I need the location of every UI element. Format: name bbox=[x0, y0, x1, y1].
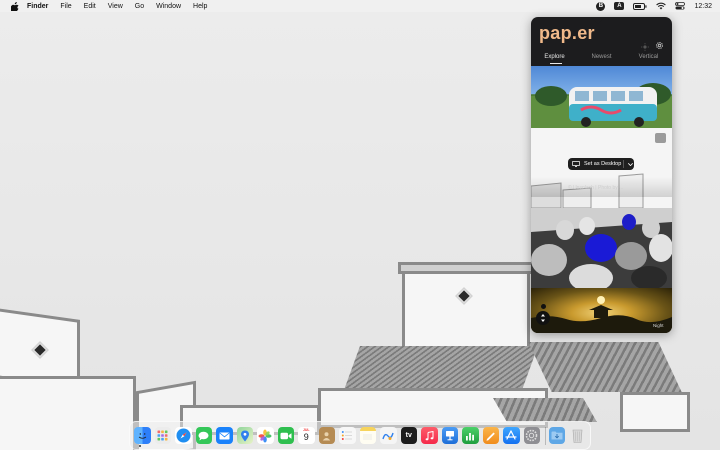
menu-file[interactable]: File bbox=[60, 3, 71, 10]
tv-label: tv bbox=[405, 432, 412, 439]
launchpad-icon[interactable] bbox=[154, 427, 171, 444]
paper-logo: pap.er bbox=[539, 23, 595, 43]
input-source-icon-label: A bbox=[614, 2, 625, 10]
menu-edit[interactable]: Edit bbox=[84, 3, 96, 10]
gear-icon[interactable] bbox=[655, 37, 664, 50]
photo-credit[interactable]: © Unsplash | Photo by ... bbox=[568, 185, 623, 191]
tab-newest[interactable]: Newest bbox=[578, 54, 625, 66]
downloads-folder-icon[interactable] bbox=[548, 427, 566, 444]
finder-icon[interactable] bbox=[134, 427, 151, 444]
dock: JUL 9 tv bbox=[129, 421, 591, 450]
tab-vertical[interactable]: Vertical bbox=[625, 54, 672, 66]
maps-icon[interactable] bbox=[236, 427, 253, 444]
menu-window[interactable]: Window bbox=[156, 3, 181, 10]
wifi-icon[interactable] bbox=[656, 1, 667, 11]
thumbnail-tag: Night bbox=[653, 323, 664, 328]
menu-bar: Finder File Edit View Go Window Help B A… bbox=[0, 0, 720, 12]
photos-icon[interactable] bbox=[257, 427, 274, 444]
input-source-icon[interactable]: A bbox=[614, 1, 625, 11]
tab-explore[interactable]: Explore bbox=[531, 54, 578, 66]
safari-icon[interactable] bbox=[175, 427, 192, 444]
numbers-icon[interactable] bbox=[462, 427, 479, 444]
paper-status-icon-label: B bbox=[596, 1, 606, 11]
wallpaper-thumbnail-chairs[interactable] bbox=[531, 208, 672, 288]
menu-bar-status-area: B A 12:32 bbox=[596, 0, 712, 12]
paper-popover: pap.er Explore Newest Vertical Set as De… bbox=[531, 17, 672, 333]
tv-icon[interactable]: tv bbox=[400, 427, 417, 444]
menu-help[interactable]: Help bbox=[193, 3, 207, 10]
scroll-control[interactable] bbox=[536, 311, 550, 325]
menu-app-name[interactable]: Finder bbox=[27, 3, 48, 10]
freeform-icon[interactable] bbox=[380, 427, 397, 444]
brightness-icon[interactable] bbox=[641, 38, 649, 51]
pages-icon[interactable] bbox=[482, 427, 499, 444]
paper-tabs: Explore Newest Vertical bbox=[531, 54, 672, 66]
calendar-icon[interactable]: JUL 9 bbox=[298, 427, 315, 444]
reminders-icon[interactable] bbox=[339, 427, 356, 444]
facetime-icon[interactable] bbox=[277, 427, 294, 444]
wallpaper-roof-right bbox=[528, 342, 682, 392]
scroll-indicator-dot bbox=[541, 304, 546, 309]
menu-go[interactable]: Go bbox=[135, 3, 144, 10]
battery-icon[interactable] bbox=[633, 1, 647, 11]
apple-menu-icon[interactable] bbox=[10, 1, 20, 11]
finder-running-indicator bbox=[139, 445, 141, 447]
messages-icon[interactable] bbox=[195, 427, 212, 444]
system-settings-icon[interactable] bbox=[523, 427, 540, 444]
music-icon[interactable] bbox=[421, 427, 438, 444]
set-as-desktop-button[interactable]: Set as Desktop bbox=[568, 158, 634, 170]
chevron-down-icon[interactable] bbox=[626, 162, 634, 166]
app-store-icon[interactable] bbox=[503, 427, 520, 444]
mail-icon[interactable] bbox=[216, 427, 233, 444]
trash-icon[interactable] bbox=[569, 427, 586, 444]
menu-view[interactable]: View bbox=[108, 3, 123, 10]
button-divider bbox=[623, 160, 624, 168]
wallpaper-roof-center bbox=[343, 346, 539, 390]
wallpaper-roof-low-right bbox=[493, 398, 597, 422]
control-center-icon[interactable] bbox=[675, 1, 686, 11]
wallpaper-thumbnail-sunset[interactable] bbox=[531, 288, 672, 333]
keynote-icon[interactable] bbox=[441, 427, 458, 444]
dock-separator bbox=[545, 426, 546, 445]
monitor-icon bbox=[572, 161, 580, 167]
calendar-day: 9 bbox=[303, 432, 309, 442]
set-as-desktop-label: Set as Desktop bbox=[584, 161, 622, 167]
contacts-icon[interactable] bbox=[318, 427, 335, 444]
info-button[interactable] bbox=[655, 133, 666, 143]
notes-icon[interactable] bbox=[359, 427, 376, 444]
wallpaper-wall-right bbox=[620, 392, 690, 432]
wallpaper-thumbnail-van[interactable] bbox=[531, 66, 672, 128]
menu-bar-clock[interactable]: 12:32 bbox=[694, 1, 712, 11]
paper-status-icon[interactable]: B bbox=[596, 1, 606, 11]
active-tab-indicator bbox=[550, 63, 562, 64]
